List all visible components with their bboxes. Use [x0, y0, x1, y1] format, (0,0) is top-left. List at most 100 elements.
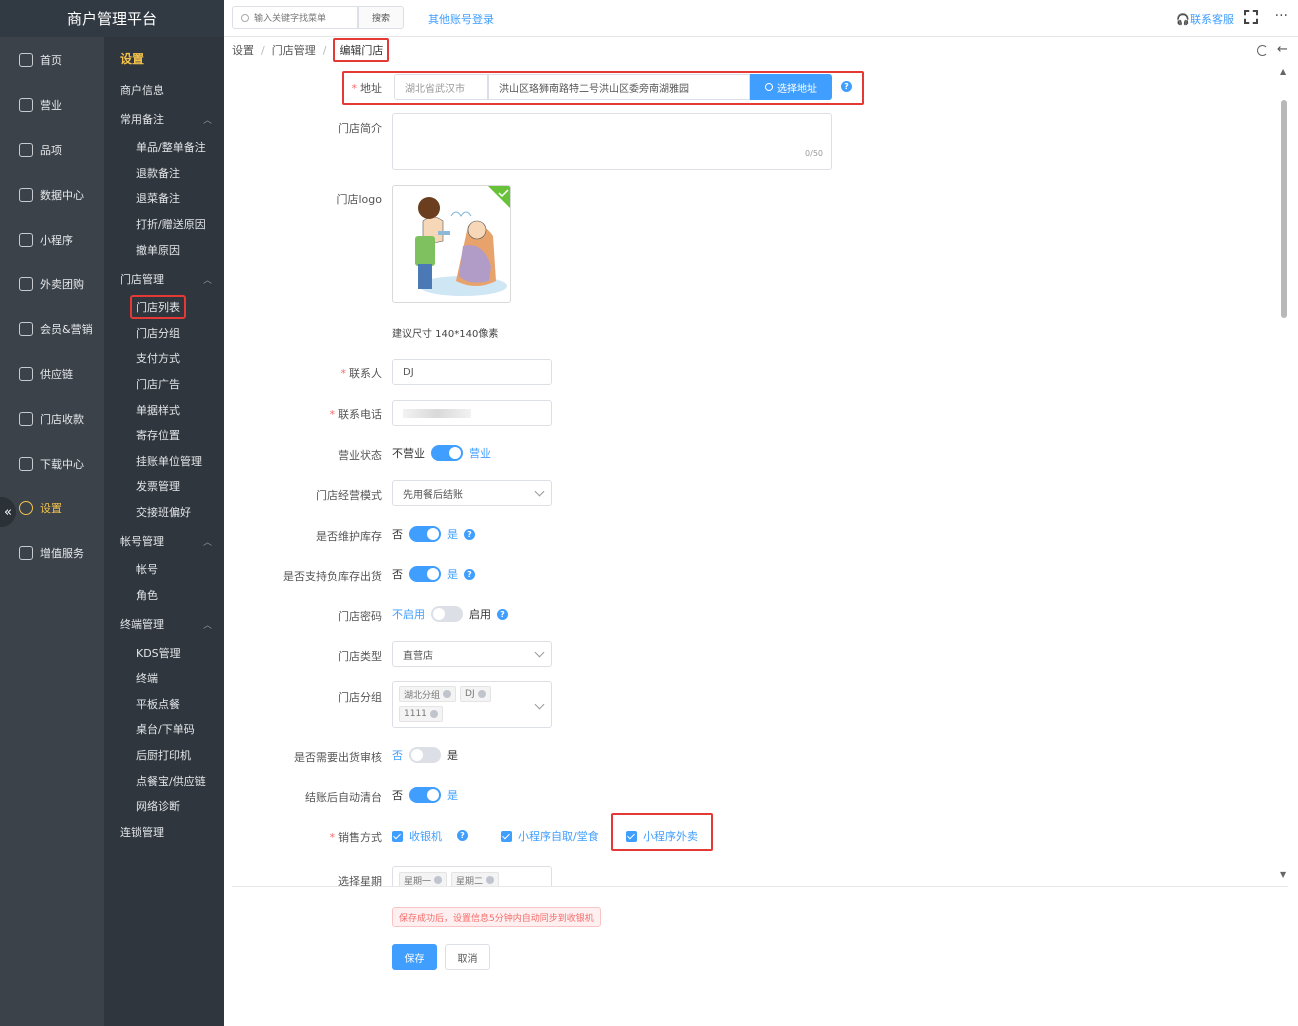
- nav-item-3[interactable]: 数据中心: [0, 180, 104, 210]
- nav-subitem-27[interactable]: 网络诊断: [104, 794, 224, 818]
- nav-group-28[interactable]: 连锁管理: [104, 820, 224, 844]
- nav-item-5[interactable]: 外卖团购: [0, 269, 104, 299]
- nav-item-9[interactable]: 下载中心: [0, 449, 104, 479]
- operation-mode-select[interactable]: 先用餐后结账: [392, 480, 552, 506]
- sales-cashier-checkbox[interactable]: 收银机: [392, 828, 442, 844]
- logo-upload[interactable]: [392, 185, 511, 303]
- nav-group-1[interactable]: 常用备注 ︿: [104, 107, 224, 131]
- more-icon[interactable]: ···: [1275, 8, 1288, 24]
- nav-subitem-25[interactable]: 后厨打印机: [104, 743, 224, 767]
- help-icon[interactable]: ?: [497, 608, 508, 620]
- phone-input[interactable]: [392, 400, 552, 426]
- nav-item-8[interactable]: 门店收款: [0, 404, 104, 434]
- close-icon[interactable]: [429, 710, 438, 718]
- store-password-toggle[interactable]: 不启用 启用 ?: [392, 606, 508, 622]
- nav-subitem-12[interactable]: 单据样式: [104, 398, 224, 422]
- nav-subitem-2[interactable]: 单品/整单备注: [104, 135, 224, 159]
- contact-support-link[interactable]: 🎧联系客服: [1176, 11, 1234, 27]
- nav-item-1[interactable]: 营业: [0, 90, 104, 120]
- nav-item-0[interactable]: 首页: [0, 45, 104, 75]
- password-off-label: 不启用: [392, 608, 425, 621]
- nav-item-7[interactable]: 供应链: [0, 359, 104, 389]
- nav-subitem-8[interactable]: 门店列表: [104, 295, 224, 319]
- home-icon: [19, 53, 33, 67]
- search-input[interactable]: [254, 12, 349, 23]
- close-icon[interactable]: [443, 690, 452, 698]
- scroll-down-icon[interactable]: ▼: [1280, 870, 1286, 879]
- maintain-stock-switch[interactable]: [409, 526, 441, 542]
- nav-subitem-6[interactable]: 撤单原因: [104, 238, 224, 262]
- nav-subitem-15[interactable]: 发票管理: [104, 474, 224, 498]
- nav-group-0[interactable]: 商户信息: [104, 78, 224, 102]
- shipping-audit-toggle[interactable]: 否 是: [392, 747, 458, 763]
- store-type-select[interactable]: 直营店: [392, 641, 552, 667]
- close-icon[interactable]: [486, 876, 495, 884]
- negative-stock-toggle[interactable]: 否 是 ?: [392, 566, 475, 582]
- nav-subitem-18[interactable]: 帐号: [104, 557, 224, 581]
- nav-item-11[interactable]: 增值服务: [0, 538, 104, 568]
- close-icon[interactable]: [477, 690, 486, 698]
- auto-clear-on-label: 是: [447, 789, 458, 802]
- chevron-up-icon: ︿: [202, 538, 212, 548]
- nav-subitem-14[interactable]: 挂账单位管理: [104, 449, 224, 473]
- business-status-toggle[interactable]: 不营业 营业: [392, 445, 491, 461]
- nav-subitem-13[interactable]: 寄存位置: [104, 423, 224, 447]
- maintain-stock-toggle[interactable]: 否 是 ?: [392, 526, 475, 542]
- nav-subitem-21[interactable]: KDS管理: [104, 641, 224, 665]
- negative-stock-switch[interactable]: [409, 566, 441, 582]
- refresh-icon[interactable]: [1257, 45, 1268, 56]
- nav-label: 退菜备注: [136, 192, 180, 205]
- scroll-up-icon[interactable]: ▲: [1280, 67, 1286, 76]
- store-password-switch[interactable]: [431, 606, 463, 622]
- nav-subitem-16[interactable]: 交接班偏好: [104, 500, 224, 524]
- nav-subitem-10[interactable]: 支付方式: [104, 346, 224, 370]
- menu-search[interactable]: [232, 6, 358, 29]
- weekday-select[interactable]: 星期一 星期二: [392, 866, 552, 886]
- nav-group-17[interactable]: 帐号管理 ︿: [104, 529, 224, 553]
- close-icon[interactable]: [434, 876, 443, 884]
- scrollbar-thumb[interactable]: [1281, 100, 1287, 318]
- stock-on-label: 是: [447, 528, 458, 541]
- nav-group-20[interactable]: 终端管理 ︿: [104, 612, 224, 636]
- address-detail-input[interactable]: 洪山区珞狮南路特二号洪山区委旁南湖雅园: [488, 74, 750, 100]
- save-button[interactable]: 保存: [392, 944, 437, 970]
- fullscreen-icon[interactable]: [1244, 10, 1258, 24]
- nav-item-label: 首页: [40, 54, 62, 67]
- search-button[interactable]: 搜索: [358, 6, 404, 29]
- help-icon[interactable]: ?: [464, 528, 475, 540]
- help-icon[interactable]: ?: [464, 568, 475, 580]
- back-arrow-icon[interactable]: ←: [1277, 42, 1288, 57]
- shipping-audit-switch[interactable]: [409, 747, 441, 763]
- nav-subitem-24[interactable]: 桌台/下单码: [104, 717, 224, 741]
- breadcrumb-store-management[interactable]: 门店管理: [272, 42, 316, 58]
- other-account-login-link[interactable]: 其他账号登录: [428, 11, 494, 27]
- help-icon[interactable]: ?: [457, 830, 468, 841]
- auto-clear-switch[interactable]: [409, 787, 441, 803]
- help-icon[interactable]: ?: [841, 81, 852, 92]
- nav-group-7[interactable]: 门店管理 ︿: [104, 267, 224, 291]
- nav-subitem-5[interactable]: 打折/赠送原因: [104, 212, 224, 236]
- nav-subitem-23[interactable]: 平板点餐: [104, 692, 224, 716]
- nav-subitem-22[interactable]: 终端: [104, 666, 224, 690]
- nav-item-2[interactable]: 品项: [0, 135, 104, 165]
- breadcrumb-settings[interactable]: 设置: [232, 42, 254, 58]
- sales-miniapp-pickup-checkbox[interactable]: 小程序自取/堂食: [501, 828, 599, 844]
- nav-subitem-4[interactable]: 退菜备注: [104, 186, 224, 210]
- auto-clear-toggle[interactable]: 否 是: [392, 787, 458, 803]
- sales-miniapp-delivery-checkbox[interactable]: 小程序外卖: [626, 828, 698, 844]
- region-input[interactable]: 湖北省武汉市: [394, 74, 488, 100]
- intro-textarea[interactable]: 0/50: [392, 113, 832, 170]
- nav-subitem-3[interactable]: 退款备注: [104, 161, 224, 185]
- nav-item-6[interactable]: 会员&营销: [0, 314, 104, 344]
- select-address-button[interactable]: 选择地址: [750, 74, 832, 100]
- nav-subitem-19[interactable]: 角色: [104, 583, 224, 607]
- business-status-label: 营业状态: [338, 449, 382, 462]
- nav-subitem-9[interactable]: 门店分组: [104, 321, 224, 345]
- nav-subitem-11[interactable]: 门店广告: [104, 372, 224, 396]
- nav-subitem-26[interactable]: 点餐宝/供应链: [104, 769, 224, 793]
- cancel-button[interactable]: 取消: [445, 944, 490, 970]
- nav-item-4[interactable]: 小程序: [0, 225, 104, 255]
- business-status-switch[interactable]: [431, 445, 463, 461]
- contact-input[interactable]: DJ: [392, 359, 552, 385]
- store-group-select[interactable]: 湖北分组 DJ 1111: [392, 681, 552, 728]
